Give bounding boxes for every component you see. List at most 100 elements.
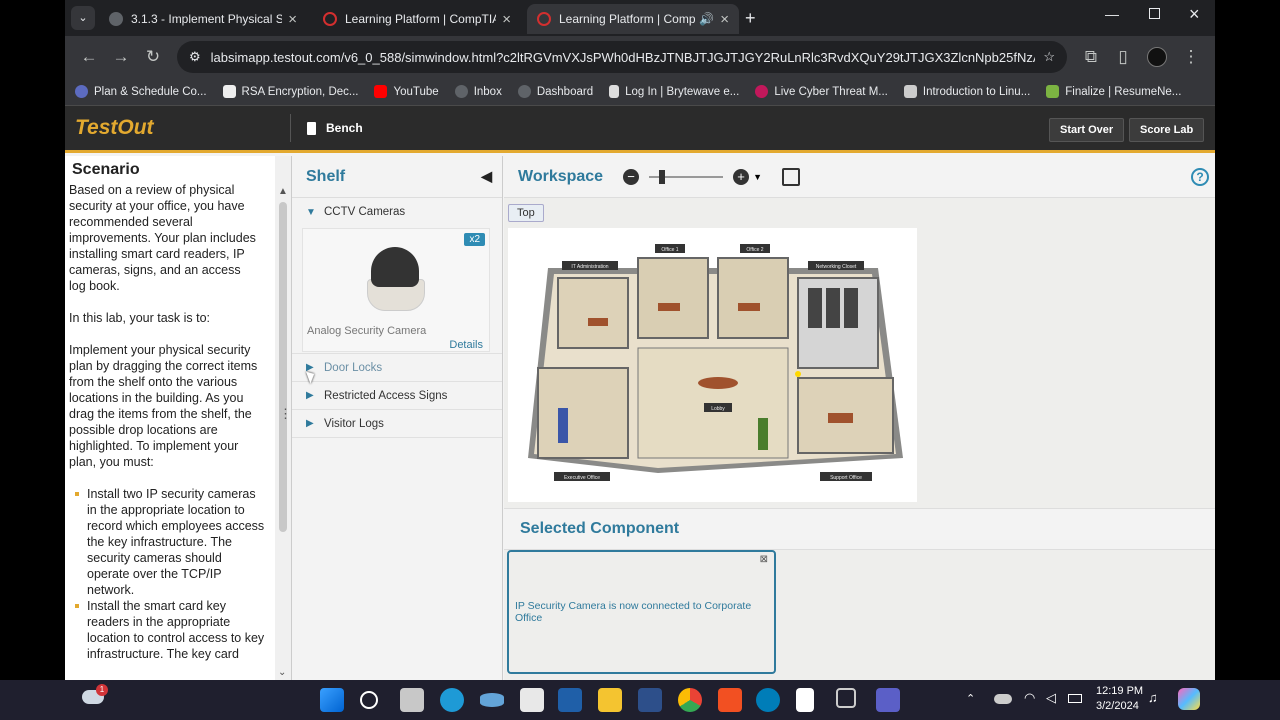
room-office-1[interactable] (637, 257, 709, 339)
tab-3-active[interactable]: Learning Platform | CompTI 🔊 × (527, 4, 739, 34)
zoom-slider-thumb[interactable] (659, 169, 666, 184)
store-icon[interactable] (718, 688, 742, 712)
details-link[interactable]: Details (449, 339, 483, 351)
scenario-title: Scenario (72, 161, 140, 178)
forward-icon[interactable]: → (105, 47, 137, 67)
menu-icon[interactable]: ⋮ (1175, 47, 1207, 67)
workspace-title: Workspace (518, 167, 604, 185)
bookmark-dashboard[interactable]: Dashboard (517, 85, 593, 98)
file-explorer-icon[interactable] (598, 688, 622, 712)
speaker-icon[interactable]: 🔊 (699, 12, 714, 26)
zoom-dropdown-icon[interactable]: ▼ (753, 172, 762, 182)
bookmark-7[interactable]: Live Cyber Threat M... (755, 85, 888, 98)
close-icon[interactable]: × (288, 11, 297, 28)
avatar[interactable] (1147, 47, 1167, 67)
close-icon[interactable]: ⊠ (760, 554, 768, 565)
document-icon[interactable] (796, 688, 814, 712)
lab-header: TestOut Bench Start Over Score Lab (65, 106, 1215, 153)
scenario-instructions: Implement your physical security plan by… (69, 343, 258, 469)
clock-date[interactable]: 3/2/2024 (1096, 700, 1139, 712)
start-over-button[interactable]: Start Over (1049, 118, 1125, 142)
room-label: Executive Office (564, 475, 600, 481)
minimize-button[interactable]: — (1105, 6, 1119, 22)
score-lab-button[interactable]: Score Lab (1129, 118, 1205, 142)
back-icon[interactable]: ← (73, 47, 105, 67)
top-view-button[interactable]: Top (508, 204, 544, 222)
wifi-icon[interactable]: ◠ (1024, 690, 1035, 706)
zoom-in-icon[interactable]: + (733, 168, 750, 185)
bookmark-inbox[interactable]: Inbox (454, 85, 502, 98)
help-icon[interactable]: ? (1191, 168, 1209, 186)
zoom-slider[interactable] (649, 169, 724, 184)
snipping-icon[interactable] (520, 688, 544, 712)
bookmark-1[interactable]: Plan & Schedule Co... (75, 85, 207, 98)
category-visitor-logs[interactable]: ▶ Visitor Logs (292, 410, 502, 438)
battery-icon[interactable] (1068, 694, 1082, 703)
tab-2[interactable]: Learning Platform | CompTIA × (313, 4, 521, 34)
bookmark-6[interactable]: Log In | Brytewave e... (609, 85, 739, 98)
task-view-icon[interactable] (400, 688, 424, 712)
teams-icon[interactable] (876, 688, 900, 712)
room-executive-office[interactable] (537, 367, 629, 459)
restore-button[interactable] (1149, 8, 1160, 19)
tab-1[interactable]: 3.1.3 - Implement Physical Secu× (99, 4, 307, 34)
workspace-panel: Workspace − + ▼ ? Top IT Administration … (504, 156, 1215, 680)
browser-toolbar: ← → ↻ ⚙ labsimapp.testout.com/v6_0_588/s… (65, 36, 1215, 78)
star-icon[interactable]: ☆ (1043, 49, 1055, 65)
shelf-item-analog-camera[interactable]: x2 Analog Security Camera Details (302, 228, 490, 352)
lab-app: TestOut Bench Start Over Score Lab Scena… (65, 106, 1215, 680)
dell-icon[interactable] (756, 688, 780, 712)
edge-icon[interactable] (440, 688, 464, 712)
tab-search-button[interactable]: ⌄ (71, 6, 95, 30)
scroll-down-icon[interactable]: ⌄ (278, 667, 286, 678)
collapse-left-icon[interactable]: ◀ (481, 168, 492, 185)
new-tab-button[interactable]: + (745, 8, 756, 29)
box-3d-icon[interactable] (836, 688, 856, 708)
room-office-2[interactable] (717, 257, 789, 339)
bench-icon (307, 121, 316, 135)
floor-plan[interactable]: IT Administration Office 1 Office 2 Netw… (508, 228, 917, 502)
close-icon[interactable]: × (502, 11, 511, 28)
close-window-button[interactable]: × (1189, 4, 1200, 25)
shelf-header: Shelf ◀ (292, 156, 502, 198)
bookmark-2[interactable]: RSA Encryption, Dec... (222, 85, 358, 98)
address-bar[interactable]: ⚙ labsimapp.testout.com/v6_0_588/simwind… (177, 41, 1067, 73)
category-restricted-access-signs[interactable]: ▶ Restricted Access Signs (292, 382, 502, 410)
scenario-scrollbar[interactable]: ▲ ⋮ ⌄ (275, 156, 292, 680)
task-list: Install two IP security cameras in the a… (69, 486, 265, 662)
room-label: Networking Closet (816, 264, 857, 270)
bookmark-8[interactable]: Introduction to Linu... (903, 85, 1030, 98)
bookmark-9[interactable]: Finalize | ResumeNe... (1046, 85, 1181, 98)
app-eye-icon[interactable] (480, 693, 504, 707)
scroll-up-icon[interactable]: ▲ (275, 186, 291, 197)
extensions-icon[interactable]: ⧉ (1075, 47, 1107, 67)
volume-icon[interactable]: ◁ (1046, 690, 1056, 706)
start-icon[interactable] (320, 688, 344, 712)
bookmark-icon (1046, 85, 1060, 98)
scroll-thumb[interactable] (279, 202, 287, 532)
onedrive-icon[interactable] (994, 694, 1012, 704)
room-it-admin[interactable] (557, 277, 629, 349)
sidebar-icon[interactable]: ▯ (1107, 47, 1139, 67)
app-q-icon[interactable] (558, 688, 582, 712)
room-label: IT Administration (571, 264, 608, 270)
zoom-out-icon[interactable]: − (623, 168, 640, 185)
bookmark-youtube[interactable]: YouTube (374, 85, 439, 98)
status-message: IP Security Camera is now connected to C… (515, 600, 752, 624)
reload-icon[interactable]: ↻ (137, 47, 169, 67)
chevron-up-icon[interactable]: ⌃ (966, 692, 975, 705)
app-fq-icon[interactable] (638, 688, 662, 712)
bell-icon[interactable]: ♫ (1148, 690, 1158, 705)
bench-tab[interactable]: Bench (290, 114, 363, 142)
site-info-icon[interactable]: ⚙ (189, 49, 201, 65)
room-label: Lobby (711, 406, 725, 412)
category-door-locks[interactable]: ▶ Door Locks (292, 354, 502, 382)
close-icon[interactable]: × (720, 11, 729, 28)
shelf-panel: Shelf ◀ ▼ CCTV Cameras x2 Analog Security… (291, 156, 503, 680)
category-cctv-cameras[interactable]: ▼ CCTV Cameras (292, 198, 502, 226)
chrome-icon[interactable] (678, 688, 702, 712)
clock-time[interactable]: 12:19 PM (1096, 685, 1143, 697)
search-icon[interactable] (360, 691, 378, 709)
copilot-icon[interactable] (1178, 688, 1200, 710)
fit-screen-icon[interactable] (782, 167, 800, 186)
